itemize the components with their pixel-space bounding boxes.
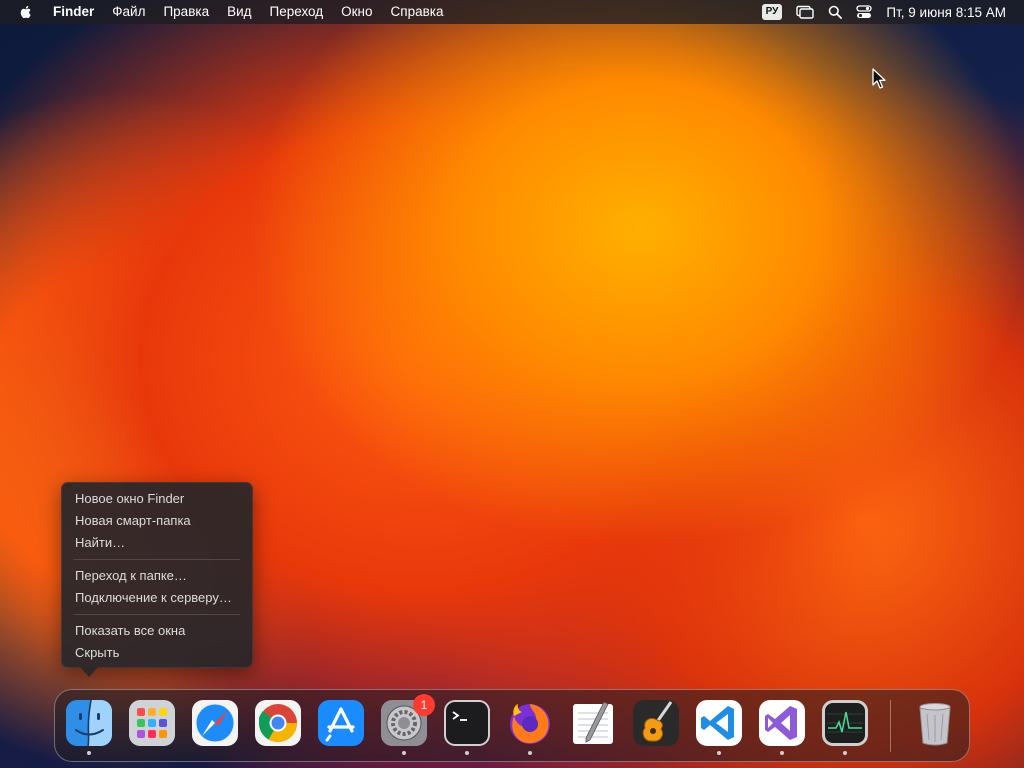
menu-file[interactable]: Файл [103,0,154,24]
garageband-icon [633,700,679,746]
menu-item-connect-to-server[interactable]: Подключение к серверу… [62,587,252,609]
apple-logo-icon[interactable] [18,4,34,20]
textedit-icon [573,701,613,744]
dock-app-firefox[interactable] [505,698,555,755]
trash-icon [919,703,951,746]
activity-monitor-icon [822,700,868,746]
input-source-menu[interactable]: РУ [761,4,783,20]
launchpad-icon [129,700,175,746]
firefox-icon [510,704,550,744]
menu-item-show-all-windows[interactable]: Показать все окна [62,620,252,642]
notification-badge: 1 [413,694,435,716]
spotlight-search-icon[interactable] [828,5,843,19]
dock-app-visual-studio[interactable] [757,698,807,755]
dock-app-system-preferences[interactable]: 1 [379,694,435,755]
finder-icon [66,699,112,747]
context-menu-pointer [80,667,98,677]
mouse-pointer-icon [872,68,886,89]
visual-studio-icon [759,700,805,746]
menu-edit[interactable]: Правка [154,0,218,24]
running-indicator [843,751,847,755]
menu-view[interactable]: Вид [218,0,260,24]
menu-go[interactable]: Переход [261,0,333,24]
running-indicator [780,751,784,755]
dock-app-app-store[interactable] [316,698,366,748]
menu-app-finder[interactable]: Finder [44,0,103,24]
dock-app-launchpad[interactable] [127,698,177,748]
menu-bar-clock[interactable]: Пт, 9 июня 8:15 AM [886,5,1006,20]
running-indicator [87,751,91,755]
menu-bar: Finder Файл Правка Вид Переход Окно Спра… [0,0,1024,24]
menu-separator [74,559,240,560]
menu-item-hide[interactable]: Скрыть [62,642,252,664]
vscode-icon [696,700,742,746]
dock-app-garageband[interactable] [631,698,681,748]
screen-mirroring-icon[interactable] [796,5,815,19]
dock-app-terminal[interactable] [442,698,492,755]
dock-divider [890,700,891,752]
terminal-icon [444,700,490,746]
running-indicator [465,751,469,755]
running-indicator [528,751,532,755]
dock-app-textedit[interactable] [568,698,618,748]
menu-item-find[interactable]: Найти… [62,532,252,554]
running-indicator [402,751,406,755]
finder-dock-context-menu: Новое окно Finder Новая смарт-папка Найт… [61,482,253,668]
menu-window[interactable]: Окно [332,0,381,24]
menu-item-new-smart-folder[interactable]: Новая смарт-папка [62,510,252,532]
app-store-icon [318,700,364,746]
dock-app-trash[interactable] [910,698,960,748]
chrome-icon [255,700,301,746]
dock-app-finder[interactable] [64,698,114,755]
menu-separator [74,614,240,615]
safari-icon [192,700,238,746]
menu-item-new-finder-window[interactable]: Новое окно Finder [62,488,252,510]
input-language-label: РУ [761,4,783,20]
dock: 1 [54,689,970,762]
dock-app-vscode[interactable] [694,698,744,755]
dock-app-safari[interactable] [190,698,240,748]
running-indicator [717,751,721,755]
control-center-icon[interactable] [856,5,873,19]
menu-item-go-to-folder[interactable]: Переход к папке… [62,565,252,587]
menu-help[interactable]: Справка [382,0,453,24]
dock-app-activity-monitor[interactable] [820,698,870,755]
dock-app-chrome[interactable] [253,698,303,748]
